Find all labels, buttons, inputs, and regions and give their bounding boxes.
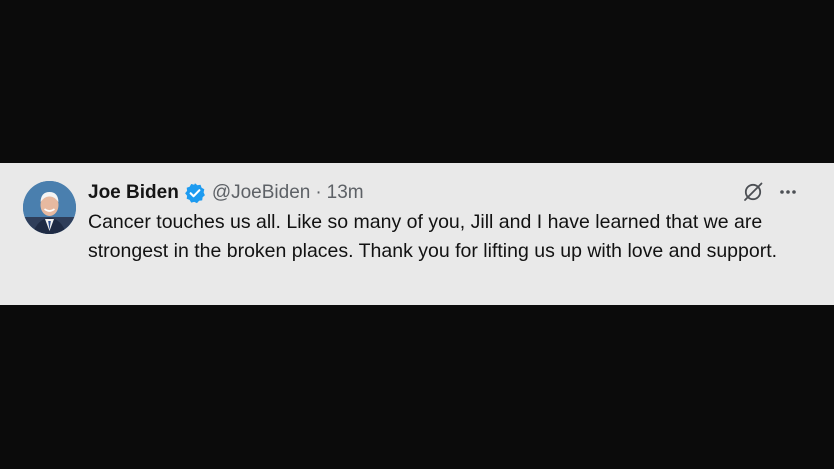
- verified-badge-icon[interactable]: [184, 182, 206, 204]
- tweet-header: Joe Biden @JoeBiden · 13m: [88, 180, 364, 206]
- avatar-image: [23, 181, 76, 234]
- video-frame: Joe Biden @JoeBiden · 13m Cancer touches…: [0, 0, 834, 469]
- avatar[interactable]: [23, 181, 76, 234]
- handle[interactable]: @JoeBiden: [212, 182, 311, 204]
- tweet-actions: [742, 181, 798, 203]
- separator-dot: ·: [315, 182, 322, 203]
- more-options-icon[interactable]: [778, 182, 798, 202]
- display-name[interactable]: Joe Biden: [88, 182, 179, 204]
- tweet-card[interactable]: Joe Biden @JoeBiden · 13m Cancer touches…: [0, 163, 834, 305]
- timestamp[interactable]: 13m: [327, 182, 364, 204]
- tweet-text: Cancer touches us all. Like so many of y…: [88, 211, 778, 262]
- grok-icon[interactable]: [742, 181, 764, 203]
